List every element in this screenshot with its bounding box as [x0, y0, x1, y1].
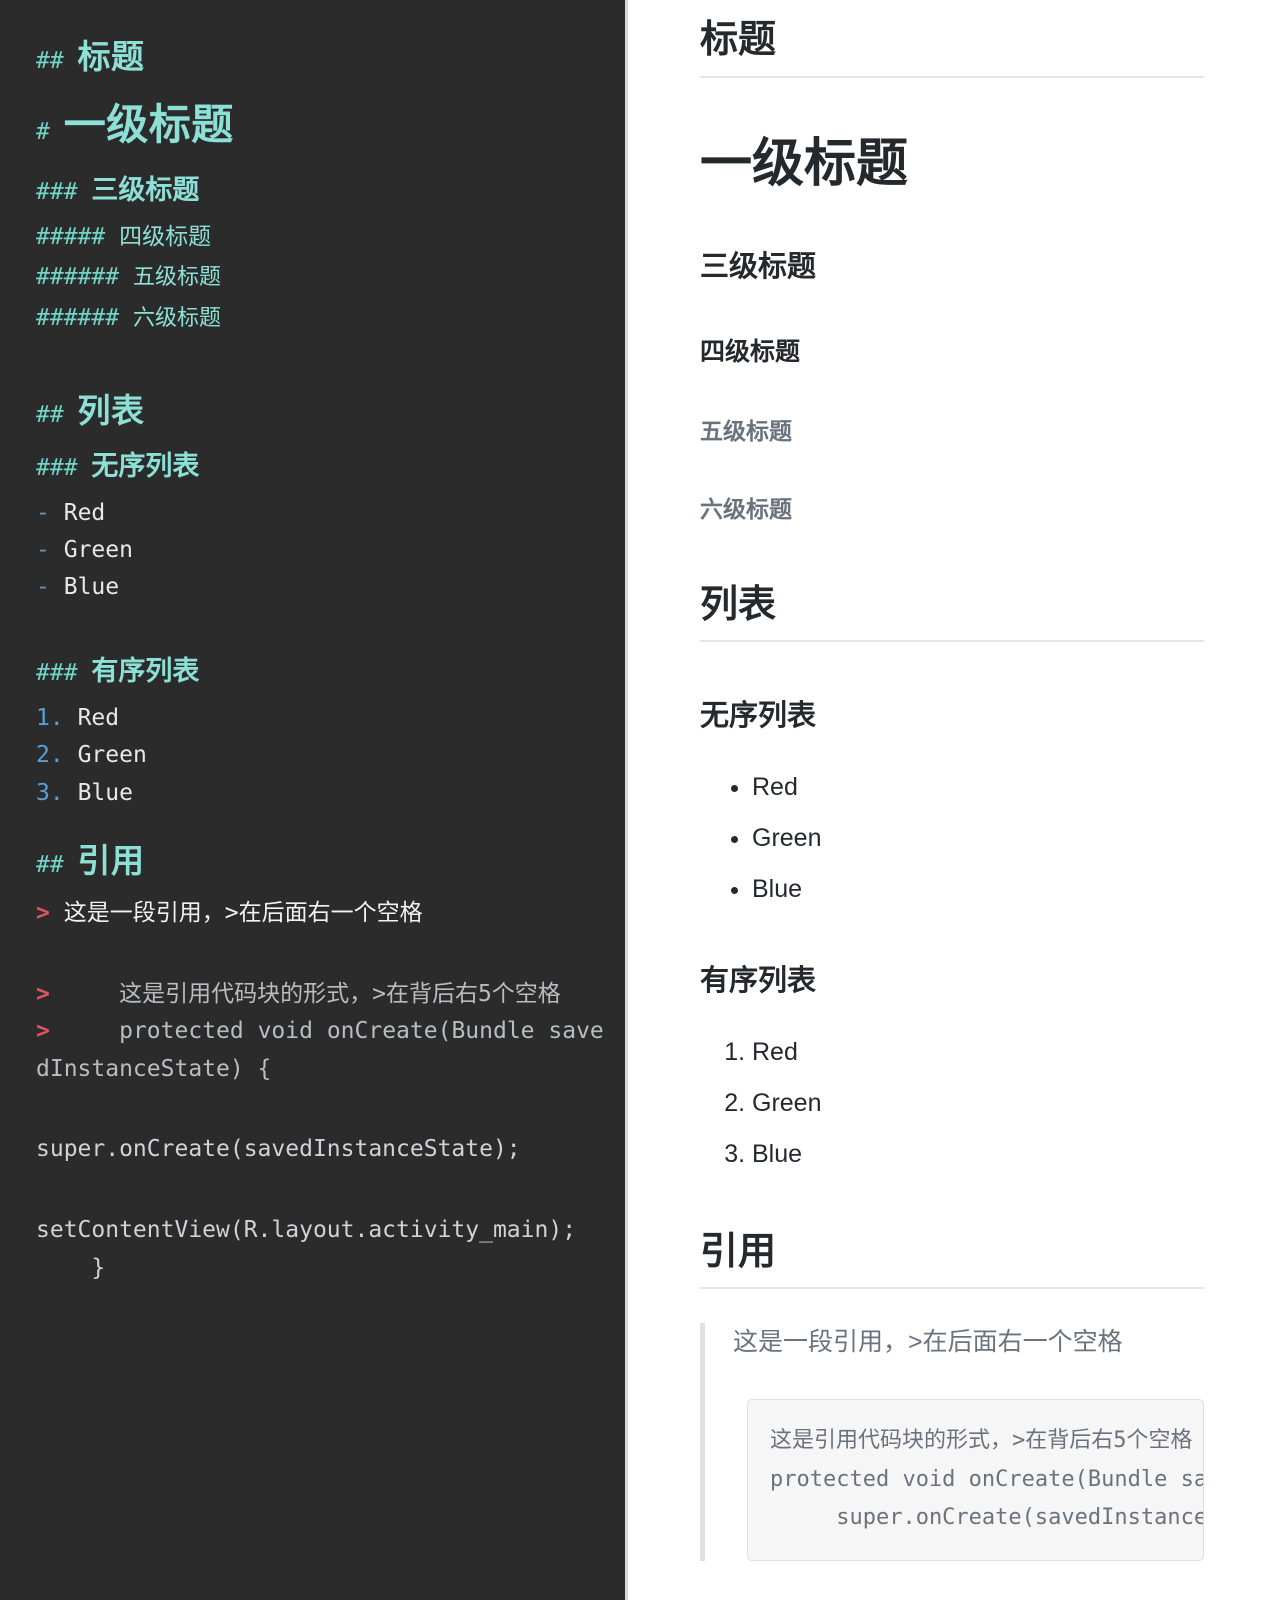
preview-heading-5: 五级标题 [700, 417, 792, 444]
preview-heading-6: 六级标题 [700, 495, 792, 522]
source-code-line[interactable]: super.onCreate(savedInstanceState); [36, 1131, 605, 1168]
preview-heading-1: 一级标题 [700, 134, 909, 193]
quote-marker-icon: > [36, 981, 50, 1007]
list-item: Green [752, 821, 1204, 856]
preview-heading-3-ordered: 有序列表 [700, 964, 817, 997]
list-item-text: Red [77, 705, 120, 732]
preview-heading-2-title: 标题 [700, 18, 1204, 78]
heading-text: 一级标题 [63, 100, 234, 150]
preview-ordered-list: Red Green Blue [700, 1035, 1204, 1172]
list-item-text: Blue [63, 574, 120, 601]
list-item: Red [752, 770, 1204, 805]
source-line-h1[interactable]: # 一级标题 [36, 91, 605, 159]
list-item-text: Green [77, 742, 147, 769]
hash-marks: # [36, 119, 64, 146]
preview-unordered-list: Red Green Blue [700, 770, 1204, 907]
quote-marker-icon: > [36, 900, 50, 927]
preview-heading-4: 四级标题 [700, 338, 801, 367]
heading-text: 列表 [77, 390, 145, 430]
markdown-preview-pane: 标题 一级标题 三级标题 四级标题 五级标题 六级标题 列表 无序列表 Red … [628, 0, 1276, 1600]
blockquote-code-block: 这是引用代码块的形式，>在背后右5个空格 protected void onCr… [747, 1399, 1204, 1561]
source-quote-line[interactable]: > 这是一段引用，>在后面右一个空格 [36, 895, 605, 932]
hash-marks: ### [36, 455, 92, 482]
ordered-marker: 3. [36, 779, 64, 806]
list-item: Blue [752, 1137, 1204, 1172]
hash-marks: ### [36, 179, 92, 206]
hash-marks: ## [36, 851, 78, 878]
list-item: Red [752, 1035, 1204, 1070]
ordered-marker: 2. [36, 742, 64, 769]
quote-text: 这是一段引用，>在后面右一个空格 [63, 900, 423, 927]
hash-marks: ##### [36, 224, 120, 251]
heading-text: 三级标题 [91, 175, 200, 207]
source-code-line[interactable]: } [36, 1250, 605, 1287]
hash-marks: ### [36, 660, 92, 687]
source-ordered-item[interactable]: 3. Blue [36, 775, 605, 812]
heading-text: 标题 [77, 37, 145, 76]
preview-blockquote: 这是一段引用，>在后面右一个空格 这是引用代码块的形式，>在背后右5个空格 pr… [700, 1323, 1204, 1561]
hash-marks: ## [36, 48, 78, 74]
heading-text: 引用 [77, 840, 145, 880]
hash-marks: ## [36, 401, 78, 428]
source-line-h4[interactable]: ##### 四级标题 [36, 219, 605, 256]
source-line-h2-title[interactable]: ## 标题 [36, 30, 605, 83]
source-line-h2-quote[interactable]: ## 引用 [36, 834, 605, 887]
source-line-h2-list[interactable]: ## 列表 [36, 384, 605, 437]
source-line-h5[interactable]: ###### 五级标题 [36, 259, 605, 296]
quote-code-text: 这是引用代码块的形式，>在背后右5个空格 [119, 981, 561, 1007]
heading-text: 四级标题 [119, 224, 212, 251]
source-list-item[interactable]: - Green [36, 532, 605, 569]
list-item-text: Red [63, 499, 106, 526]
list-item-text: Blue [77, 779, 133, 806]
heading-text: 六级标题 [132, 305, 221, 331]
preview-heading-2-quote: 引用 [700, 1230, 1204, 1290]
preview-heading-2-list: 列表 [700, 583, 1204, 643]
list-item: Blue [752, 872, 1204, 907]
source-list-item[interactable]: - Red [36, 495, 605, 532]
list-item-text: Green [63, 537, 133, 564]
preview-heading-3-unordered: 无序列表 [700, 700, 817, 733]
preview-heading-3: 三级标题 [700, 250, 817, 283]
source-line-h3[interactable]: ### 三级标题 [36, 169, 605, 213]
list-item: Green [752, 1086, 1204, 1121]
source-list-item[interactable]: - Blue [36, 569, 605, 606]
source-line-h3-unordered[interactable]: ### 无序列表 [36, 445, 605, 489]
source-line-h3-ordered[interactable]: ### 有序列表 [36, 650, 605, 694]
ordered-marker: 1. [36, 705, 64, 732]
dash-bullet-icon: - [36, 537, 50, 564]
hash-marks: ###### [36, 304, 133, 331]
quote-code-text: protected void onCreate(Bundle savedInst… [36, 1018, 604, 1082]
quote-marker-icon: > [36, 1018, 50, 1045]
heading-text: 五级标题 [132, 265, 221, 291]
heading-text: 有序列表 [91, 656, 200, 688]
blockquote-paragraph: 这是一段引用，>在后面右一个空格 [733, 1328, 1123, 1357]
source-quote-code-line[interactable]: > 这是引用代码块的形式，>在背后右5个空格 [36, 976, 605, 1013]
markdown-source-editor[interactable]: ## 标题 # 一级标题 ### 三级标题 ##### 四级标题 ###### … [0, 0, 625, 1600]
dash-bullet-icon: - [36, 574, 50, 601]
markdown-editor-app: ## 标题 # 一级标题 ### 三级标题 ##### 四级标题 ###### … [0, 0, 1276, 1600]
source-line-h6[interactable]: ###### 六级标题 [36, 300, 605, 337]
dash-bullet-icon: - [36, 499, 50, 526]
source-code-line[interactable]: setContentView(R.layout.activity_main); [36, 1212, 605, 1249]
heading-text: 无序列表 [91, 451, 200, 483]
hash-marks: ###### [36, 264, 133, 291]
source-quote-code-line[interactable]: > protected void onCreate(Bundle savedIn… [36, 1013, 605, 1088]
source-ordered-item[interactable]: 1. Red [36, 700, 605, 737]
source-ordered-item[interactable]: 2. Green [36, 737, 605, 774]
